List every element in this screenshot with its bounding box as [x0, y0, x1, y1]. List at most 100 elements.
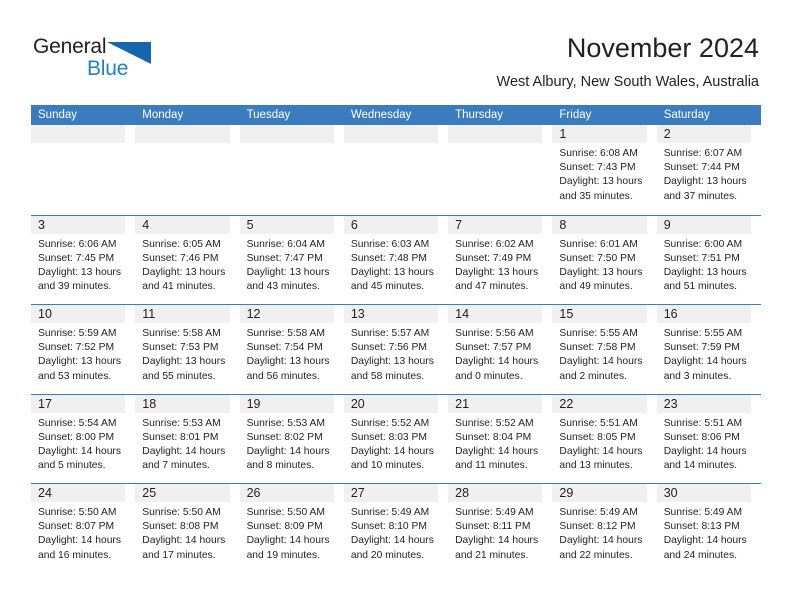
day-sun-info: Sunrise: 5:58 AM Sunset: 7:53 PM Daylight:…: [135, 323, 233, 384]
calendar-day-cell[interactable]: 12 Sunrise: 5:58 AM Sunset: 7:54 PM Dayligh…: [239, 305, 344, 394]
calendar-day-cell[interactable]: 1 Sunrise: 6:08 AM Sunset: 7:43 PM Daylight…: [552, 125, 656, 215]
calendar-day-cell-empty: [31, 125, 135, 215]
day-number: 15: [559, 307, 574, 321]
sunset-text: Sunset: 7:58 PM: [559, 342, 636, 354]
sunset-text: Sunset: 8:06 PM: [663, 431, 740, 443]
sunrise-text: Sunrise: 5:58 AM: [142, 328, 221, 339]
daylight-text-line2: and 11 minutes.: [455, 460, 528, 472]
weekday-header-thursday: Thursday: [455, 109, 504, 121]
calendar-day-cell[interactable]: 6 Sunrise: 6:03 AM Sunset: 7:48 PM Daylight…: [343, 215, 448, 305]
calendar-day-cell[interactable]: 24 Sunrise: 5:50 AM Sunset: 8:07 PM Dayligh…: [31, 484, 135, 573]
weekday-header-row: Sunday Monday Tuesday Wednesday Thursday…: [31, 105, 761, 125]
daylight-text-line1: Daylight: 13 hours: [455, 266, 539, 278]
day-number: 13: [350, 307, 365, 321]
day-number-strip: 20: [343, 394, 439, 413]
daylight-text-line2: and 16 minutes.: [38, 549, 112, 561]
sunset-text: Sunset: 8:05 PM: [559, 431, 636, 443]
sunset-text: Sunset: 7:54 PM: [246, 342, 323, 354]
title-block: November 2024 West Albury, New South Wal…: [497, 32, 759, 92]
day-number-strip: [135, 125, 230, 143]
calendar-day-cell[interactable]: 11 Sunrise: 5:58 AM Sunset: 7:53 PM Dayligh…: [135, 305, 239, 394]
day-sun-info: Sunrise: 5:53 AM Sunset: 8:01 PM Daylight:…: [135, 413, 233, 474]
sunset-text: Sunset: 8:00 PM: [38, 431, 115, 443]
calendar-day-cell[interactable]: 7 Sunrise: 6:02 AM Sunset: 7:49 PM Daylight…: [448, 215, 552, 305]
sunrise-text: Sunrise: 6:05 AM: [142, 238, 221, 250]
calendar-week-row: 1 Sunrise: 6:08 AM Sunset: 7:43 PM Daylight…: [31, 125, 761, 215]
day-number: 30: [663, 486, 678, 500]
daylight-text-line1: Daylight: 14 hours: [455, 445, 539, 457]
calendar-day-cell[interactable]: 15 Sunrise: 5:55 AM Sunset: 7:58 PM Dayligh…: [552, 305, 656, 394]
sunset-text: Sunset: 7:46 PM: [142, 252, 219, 264]
day-number: 3: [38, 217, 45, 232]
daylight-text-line1: Daylight: 13 hours: [350, 266, 434, 278]
daylight-text-line1: Daylight: 14 hours: [559, 356, 643, 368]
daylight-text-line2: and 22 minutes.: [559, 549, 633, 561]
calendar-day-cell[interactable]: 21 Sunrise: 5:52 AM Sunset: 8:04 PM Dayligh…: [448, 394, 552, 484]
sunset-text: Sunset: 7:44 PM: [663, 162, 740, 174]
day-number: 1: [559, 127, 567, 141]
calendar-day-cell[interactable]: 28 Sunrise: 5:49 AM Sunset: 8:11 PM Dayligh…: [448, 484, 552, 573]
calendar-day-cell[interactable]: 14 Sunrise: 5:56 AM Sunset: 7:57 PM Dayligh…: [448, 305, 552, 394]
day-number: 9: [663, 217, 671, 232]
day-number: 25: [142, 486, 157, 500]
daylight-text-line1: Daylight: 13 hours: [38, 266, 121, 278]
day-sun-info: Sunrise: 5:49 AM Sunset: 8:12 PM Daylight:…: [552, 502, 650, 563]
calendar-day-cell[interactable]: 25 Sunrise: 5:50 AM Sunset: 8:08 PM Dayligh…: [135, 484, 239, 573]
daylight-text-line2: and 39 minutes.: [38, 281, 112, 293]
sunset-text: Sunset: 7:47 PM: [246, 252, 323, 264]
day-number-strip: 4: [135, 215, 230, 234]
weekday-header-sunday: Sunday: [38, 109, 78, 121]
calendar-day-cell[interactable]: 3 Sunrise: 6:06 AM Sunset: 7:45 PM Daylight…: [31, 215, 135, 305]
calendar-day-cell[interactable]: 26 Sunrise: 5:50 AM Sunset: 8:09 PM Dayligh…: [239, 484, 344, 573]
calendar-day-cell[interactable]: 22 Sunrise: 5:51 AM Sunset: 8:05 PM Dayligh…: [552, 394, 656, 484]
calendar-day-cell[interactable]: 18 Sunrise: 5:53 AM Sunset: 8:01 PM Dayligh…: [135, 394, 239, 484]
calendar-day-cell[interactable]: 29 Sunrise: 5:49 AM Sunset: 8:12 PM Dayligh…: [552, 484, 656, 573]
sunrise-text: Sunrise: 6:03 AM: [350, 238, 430, 250]
calendar-day-cell[interactable]: 9 Sunrise: 6:00 AM Sunset: 7:51 PM Daylight…: [656, 215, 761, 305]
sunrise-text: Sunrise: 6:02 AM: [455, 238, 534, 250]
daylight-text-line2: and 53 minutes.: [38, 370, 112, 382]
sunset-text: Sunset: 8:07 PM: [38, 521, 115, 533]
calendar-day-cell-empty: [343, 125, 448, 215]
day-number-strip: 15: [552, 305, 647, 323]
daylight-text-line1: Daylight: 14 hours: [663, 535, 747, 547]
sunrise-text: Sunrise: 5:53 AM: [142, 417, 221, 429]
sunrise-text: Sunrise: 6:04 AM: [246, 238, 325, 250]
daylight-text-line2: and 7 minutes.: [142, 460, 210, 472]
sunset-text: Sunset: 8:11 PM: [455, 521, 531, 533]
sunset-text: Sunset: 7:45 PM: [38, 252, 115, 264]
daylight-text-line1: Daylight: 13 hours: [38, 356, 121, 368]
calendar-day-cell[interactable]: 23 Sunrise: 5:51 AM Sunset: 8:06 PM Dayligh…: [656, 394, 761, 484]
calendar-day-cell[interactable]: 13 Sunrise: 5:57 AM Sunset: 7:56 PM Dayligh…: [343, 305, 448, 394]
day-number: 11: [142, 307, 156, 321]
calendar-day-cell[interactable]: 8 Sunrise: 6:01 AM Sunset: 7:50 PM Daylight…: [552, 215, 656, 305]
day-number: 20: [350, 396, 365, 411]
sunset-text: Sunset: 8:12 PM: [559, 521, 636, 533]
sunset-text: Sunset: 8:04 PM: [455, 431, 532, 443]
sunrise-text: Sunrise: 6:00 AM: [663, 238, 743, 250]
calendar-day-cell[interactable]: 20 Sunrise: 5:52 AM Sunset: 8:03 PM Dayligh…: [343, 394, 448, 484]
calendar-day-cell[interactable]: 19 Sunrise: 5:53 AM Sunset: 8:02 PM Dayligh…: [239, 394, 344, 484]
calendar-day-cell[interactable]: 2 Sunrise: 6:07 AM Sunset: 7:44 PM Daylight…: [656, 125, 761, 215]
day-number: 18: [142, 396, 157, 411]
daylight-text-line2: and 47 minutes.: [455, 281, 529, 293]
sunset-text: Sunset: 8:13 PM: [663, 521, 740, 533]
daylight-text-line1: Daylight: 14 hours: [142, 445, 226, 457]
daylight-text-line2: and 49 minutes.: [559, 281, 633, 293]
calendar-day-cell[interactable]: 27 Sunrise: 5:49 AM Sunset: 8:10 PM Dayligh…: [343, 484, 448, 573]
sunrise-text: Sunrise: 6:07 AM: [663, 148, 743, 159]
calendar-day-cell[interactable]: 17 Sunrise: 5:54 AM Sunset: 8:00 PM Dayligh…: [31, 394, 135, 484]
sunrise-text: Sunrise: 5:57 AM: [350, 328, 430, 339]
brand-logo[interactable]: General Blue: [33, 36, 193, 86]
day-sun-info: Sunrise: 5:50 AM Sunset: 8:09 PM Daylight:…: [240, 502, 338, 563]
day-sun-info: Sunrise: 5:50 AM Sunset: 8:07 PM Daylight:…: [31, 502, 129, 563]
calendar-day-cell[interactable]: 30 Sunrise: 5:49 AM Sunset: 8:13 PM Dayligh…: [656, 484, 761, 573]
calendar-day-cell[interactable]: 10 Sunrise: 5:59 AM Sunset: 7:52 PM Dayligh…: [31, 305, 135, 394]
calendar-day-cell[interactable]: 16 Sunrise: 5:55 AM Sunset: 7:59 PM Dayligh…: [656, 305, 761, 394]
sunset-text: Sunset: 7:51 PM: [663, 252, 740, 264]
calendar-day-cell[interactable]: 4 Sunrise: 6:05 AM Sunset: 7:46 PM Daylight…: [135, 215, 239, 305]
calendar-day-cell-empty: [239, 125, 344, 215]
sunset-text: Sunset: 8:08 PM: [142, 521, 219, 533]
calendar-day-cell[interactable]: 5 Sunrise: 6:04 AM Sunset: 7:47 PM Daylight…: [239, 215, 344, 305]
day-number-strip: [239, 125, 334, 143]
